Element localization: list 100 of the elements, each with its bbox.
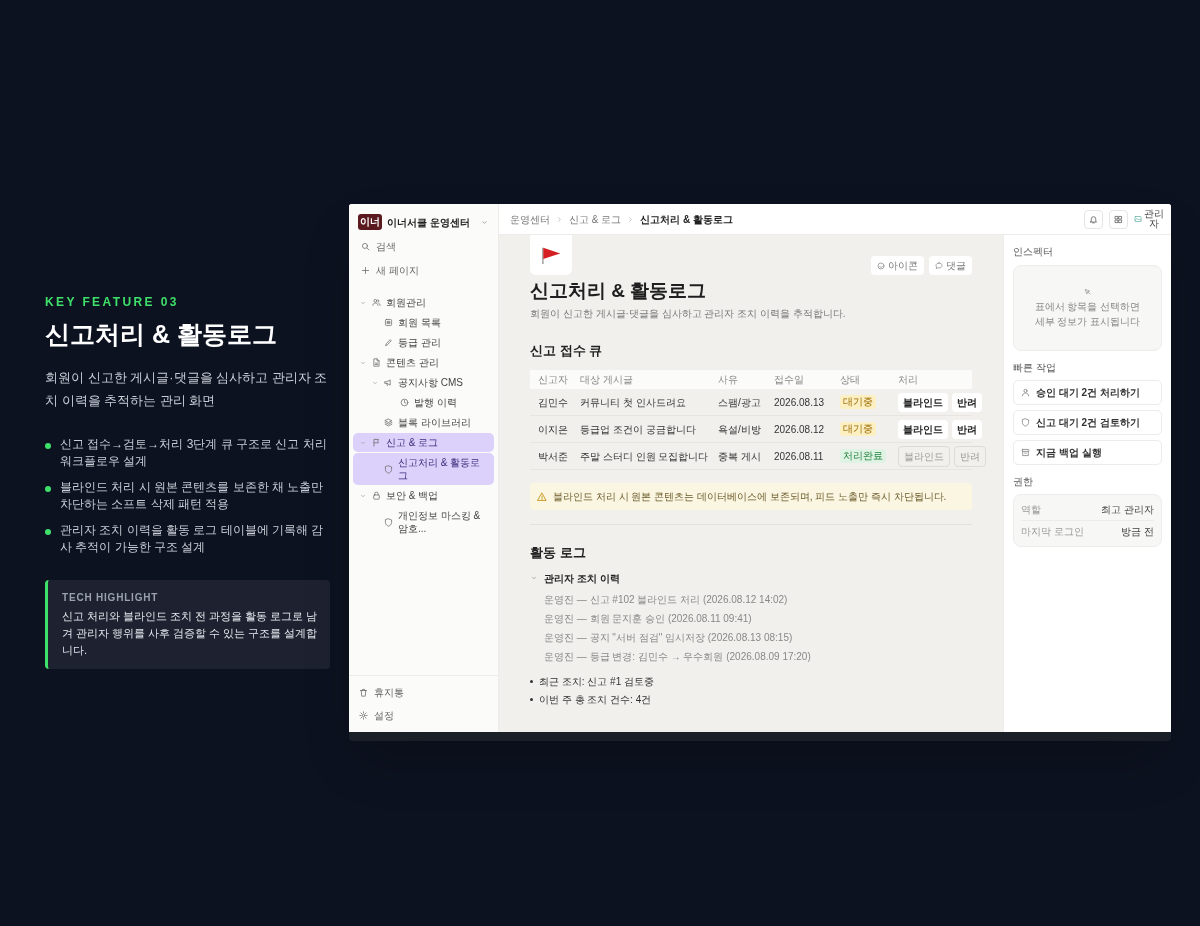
plus-icon [361, 266, 370, 275]
permission-value: 방금 전 [1121, 525, 1154, 539]
feature-bullet: 관리자 조치 이력을 활동 로그 테이블에 기록해 감사 추적이 가능한 구조 설계 [60, 522, 325, 557]
row-action-button[interactable]: 블라인드 [898, 419, 948, 439]
panel-heading: 권한 [1013, 475, 1034, 489]
quick-action-button[interactable]: 승인 대기 2건 처리하기 [1013, 380, 1162, 405]
table-cell-text: 2026.08.13 [774, 395, 826, 410]
row-action-button[interactable]: 반려 [952, 392, 982, 412]
sidebar-item[interactable]: 신고처리 & 활동로그 [353, 453, 494, 485]
sidebar-item[interactable]: 회원관리 [353, 293, 494, 312]
table-cell-text: 욕설/비방 [718, 422, 762, 437]
pencil-icon [384, 338, 393, 347]
bell-icon [1089, 214, 1098, 224]
table-cell-text: 박서준 [538, 449, 569, 464]
breadcrumb-link[interactable]: 신고 & 로그 [569, 211, 622, 227]
highlight-label: TECH HIGHLIGHT [62, 591, 160, 606]
notifications-button[interactable] [1084, 209, 1103, 229]
column-header: 처리 [898, 373, 919, 388]
page-description: 회원이 신고한 게시글·댓글을 심사하고 관리자 조치 이력을 추적합니다. [530, 306, 847, 321]
smiley-icon [877, 261, 885, 270]
table-cell-text: 커뮤니티 첫 인사드려요 [580, 395, 687, 410]
eyebrow-label: KEY FEATURE 03 [45, 294, 180, 311]
column-header: 신고자 [538, 373, 569, 388]
status-badge: 대기중 [840, 422, 876, 437]
table-cell-text: 이지은 [538, 422, 569, 437]
sidebar-item[interactable]: 신고 & 로그 [353, 433, 494, 452]
panel-heading: 빠른 작업 [1013, 361, 1057, 375]
apps-button[interactable] [1109, 209, 1128, 229]
toggle-heading[interactable]: 관리자 조치 이력 [530, 570, 972, 586]
shield-icon [384, 464, 393, 474]
empty-state-text: 표에서 항목을 선택하면 세부 정보가 표시됩니다 [1034, 299, 1141, 329]
speech-bubble-icon [935, 261, 943, 270]
table-cell-text: 등급업 조건이 궁금합니다 [580, 422, 697, 437]
sidebar-item[interactable]: 공지사항 CMS [353, 373, 494, 392]
shield-icon [1021, 418, 1030, 427]
sidebar-item[interactable]: 회원 목록 [353, 313, 494, 332]
feature-bullet: 블라인드 처리 시 원본 콘텐츠를 보존한 채 노출만 차단하는 소프트 삭제 패턴 적용 [60, 479, 325, 514]
quick-action-button[interactable]: 지금 백업 실행 [1013, 440, 1162, 465]
grid-icon [1114, 214, 1123, 224]
section-heading: 활동 로그 [530, 544, 587, 563]
page-title: 신고처리 & 활동로그 [530, 279, 707, 303]
row-action-button[interactable]: 블라인드 [898, 392, 948, 412]
sidebar-item[interactable]: 보안 & 백업 [353, 486, 494, 505]
status-badge: 대기중 [840, 395, 876, 410]
row-action-button[interactable]: 반려 [952, 419, 982, 439]
workspace-switcher[interactable]: 이너 이너서클 운영센터 [353, 211, 494, 233]
feature-description: 회원이 신고한 게시글·댓글을 심사하고 관리자 조치 이력을 추적하는 관리 화면 [45, 369, 329, 411]
new-page-button[interactable]: 새 페이지 [353, 260, 494, 281]
sidebar-item[interactable]: 발행 이력 [353, 393, 494, 412]
column-header: 대상 게시글 [580, 373, 634, 388]
clock-icon [400, 398, 409, 407]
table-cell-text: 중복 게시 [718, 449, 762, 464]
panel-heading: 인스펙터 [1013, 245, 1054, 259]
column-header: 사유 [718, 373, 739, 388]
column-header: 상태 [840, 373, 861, 388]
table-cell-text: 2026.08.12 [774, 422, 826, 437]
search-button[interactable]: 검색 [353, 236, 494, 257]
feature-title: 신고처리 & 활동로그 [45, 319, 278, 350]
feature-bullet: 신고 접수→검토→처리 3단계 큐 구조로 신고 처리 워크플로우 설계 [60, 436, 328, 471]
log-entry: 운영진 — 공지 "서버 점검" 임시저장 (2026.08.13 08:15) [544, 630, 794, 645]
log-entry: 운영진 — 신고 #102 블라인드 처리 (2026.08.12 14:02) [544, 592, 789, 607]
highlight-text: 신고 처리와 블라인드 조치 전 과정을 활동 로그로 남겨 관리자 행위를 사후 검증할 수 있는 구조를 설계합니다. [62, 609, 318, 659]
table-cell-text: 김민수 [538, 395, 569, 410]
person-icon [1021, 388, 1030, 397]
log-entry: 운영진 — 회원 문지훈 승인 (2026.08.11 09:41) [544, 611, 753, 626]
chevron-icon [556, 215, 563, 223]
search-icon [361, 242, 370, 251]
permission-label: 마지막 로그인 [1021, 525, 1084, 539]
table-cell-text: 2026.08.11 [774, 449, 825, 464]
table-cell-text: 주말 스터디 인원 모집합니다 [580, 449, 710, 464]
bullet-text: 이번 주 총 조치 건수: 4건 [539, 692, 652, 707]
chevron-icon [627, 215, 635, 223]
log-entry: 운영진 — 등급 변경: 김민수 → 우수회원 (2026.08.09 17:20) [544, 649, 812, 664]
quick-action-button[interactable]: 신고 대기 2건 검토하기 [1013, 410, 1162, 435]
column-header: 접수일 [774, 373, 805, 388]
section-heading: 신고 접수 큐 [530, 341, 604, 360]
page-action-button[interactable]: 아이콘 [871, 256, 924, 275]
permission-label: 역할 [1021, 503, 1041, 517]
warning-icon [537, 491, 547, 502]
shield-icon [384, 517, 393, 527]
flag-icon [372, 438, 381, 447]
avatar-button[interactable]: 관리자 [1134, 209, 1165, 229]
layers-icon [384, 418, 393, 427]
sidebar-item[interactable]: 등급 관리 [353, 333, 494, 352]
archive-box-icon [1021, 448, 1030, 457]
breadcrumb-link[interactable]: 신고처리 & 활동로그 [640, 211, 733, 227]
sidebar-footer-item[interactable]: 휴지통 [353, 682, 494, 703]
breadcrumb-link[interactable]: 운영센터 [510, 211, 550, 227]
page-action-button[interactable]: 댓글 [929, 256, 972, 275]
table-cell-text: 스팸/광고 [718, 395, 762, 410]
warning-callout: 블라인드 처리 시 원본 콘텐츠는 데이터베이스에 보존되며, 피드 노출만 즉시 차단됩니다. [530, 483, 972, 511]
list-icon [384, 318, 393, 327]
sidebar-item[interactable]: 개인정보 마스킹 & 암호... [353, 506, 494, 538]
permission-value: 최고 관리자 [1101, 503, 1154, 517]
cursor-icon [1083, 287, 1092, 296]
sidebar-footer-item[interactable]: 설정 [353, 705, 494, 726]
sidebar-item[interactable]: 블록 라이브러리 [353, 413, 494, 432]
status-badge: 처리완료 [840, 449, 886, 464]
users-icon [372, 298, 381, 307]
sidebar-item[interactable]: 콘텐츠 관리 [353, 353, 494, 372]
